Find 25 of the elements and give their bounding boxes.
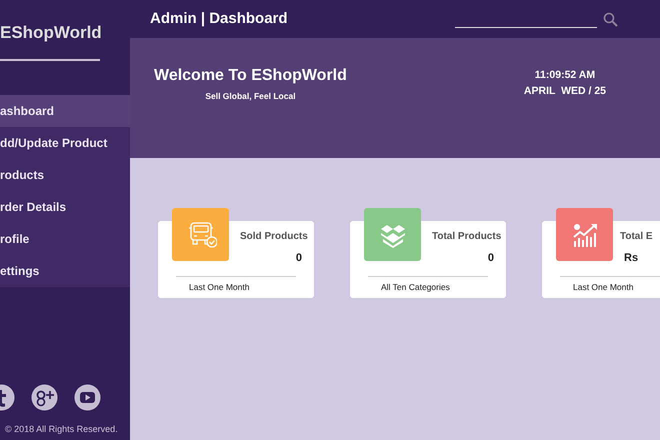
- sidebar-item[interactable]: ettings: [0, 255, 130, 287]
- clock-time: 11:09:52 AM: [534, 68, 596, 83]
- copyright-text: © 2018 All Rights Reserved.: [4, 422, 119, 436]
- sidebar-item[interactable]: rder Details: [0, 191, 130, 223]
- sidebar-item[interactable]: dd/Update Product: [0, 127, 130, 159]
- sidebar-item[interactable]: roducts: [0, 159, 130, 191]
- sidebar-item[interactable]: ashboard: [0, 95, 130, 127]
- card-value: Rs: [624, 251, 638, 266]
- card-footer-text: Last One Month: [573, 281, 634, 294]
- card-value: 0: [296, 251, 302, 266]
- video-play-icon[interactable]: [74, 384, 101, 410]
- sidebar-item[interactable]: rofile: [0, 223, 130, 255]
- card-title: Total Products: [432, 230, 502, 244]
- google-plus-icon[interactable]: [31, 384, 58, 410]
- card-title: Sold Products: [240, 230, 308, 244]
- card-value: 0: [488, 251, 494, 266]
- brand-logo: EShopWorld: [0, 22, 103, 44]
- tagline: Sell Global, Feel Local: [204, 90, 297, 103]
- search-icon[interactable]: [603, 12, 618, 26]
- card-footer-text: Last One Month: [189, 281, 250, 294]
- date-text: APRIL WED / 25: [524, 84, 606, 99]
- card-footer-text: All Ten Categories: [381, 281, 450, 294]
- card-title: Total E: [620, 230, 653, 244]
- page-title: Admin | Dashboard: [150, 8, 288, 29]
- welcome-heading: Welcome To EShopWorld: [154, 66, 347, 86]
